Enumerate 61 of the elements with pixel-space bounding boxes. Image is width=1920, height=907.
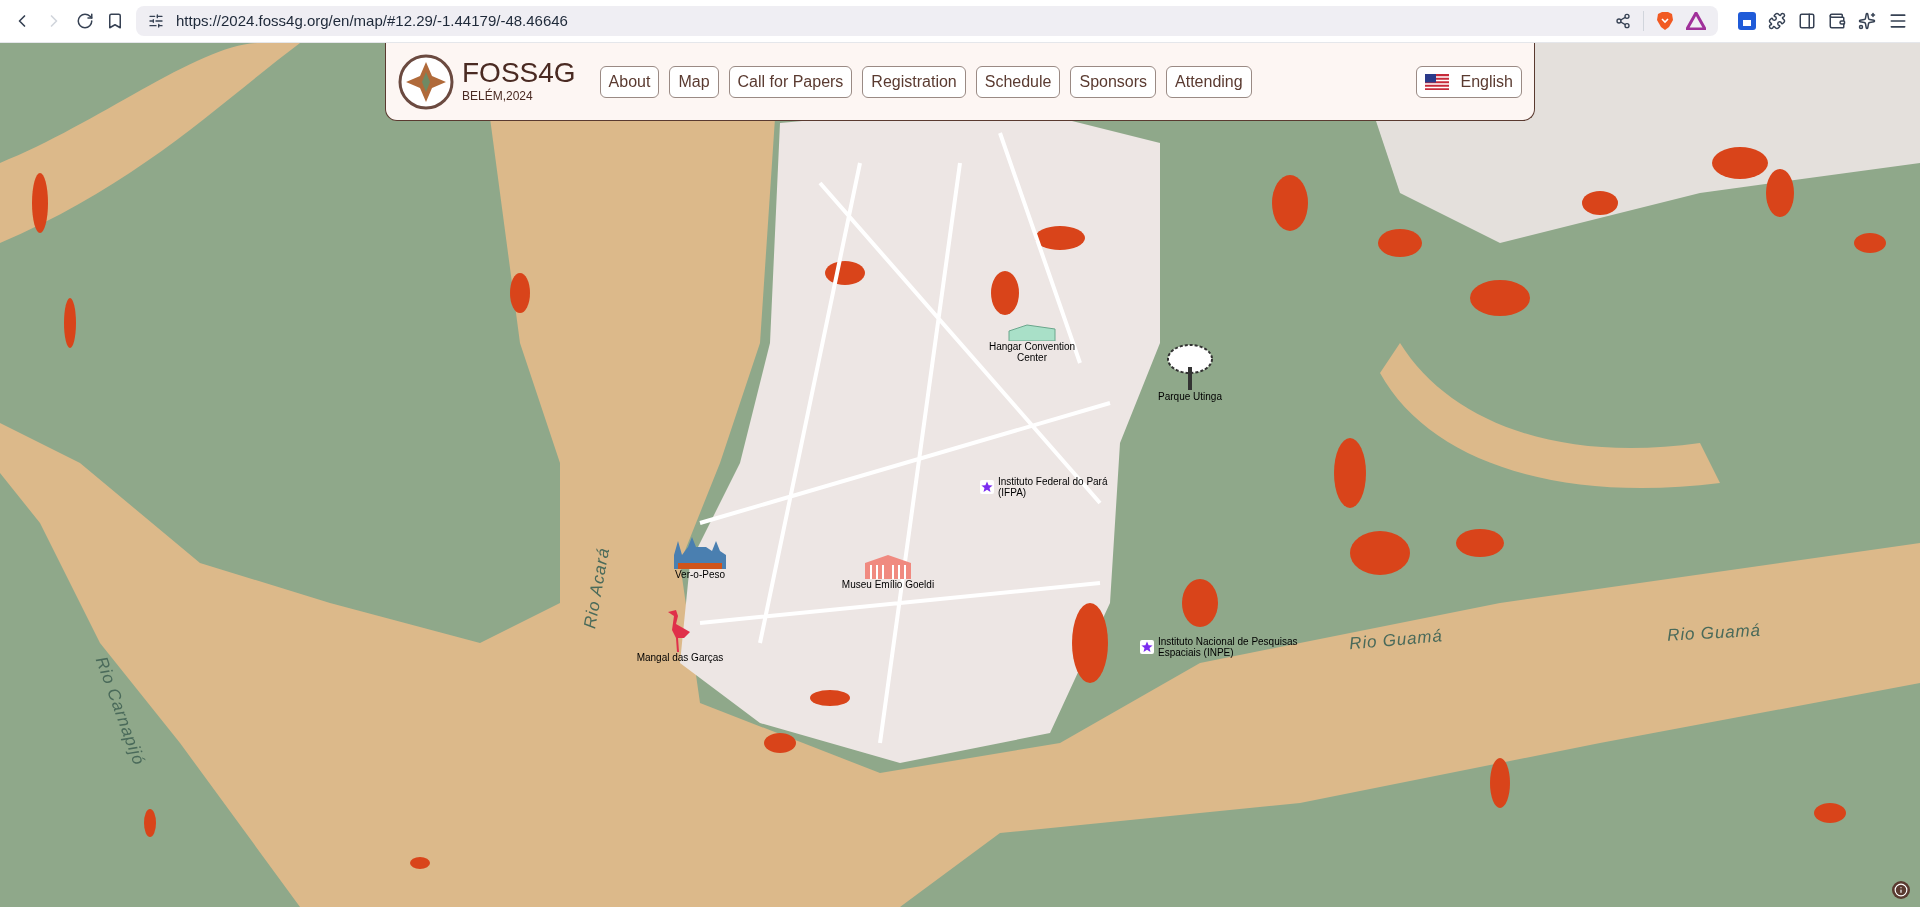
- river-label: Rio Guamá: [1348, 625, 1444, 656]
- vegetation-patch: [1035, 226, 1085, 250]
- vegetation-patch: [1378, 229, 1422, 257]
- sparkle-icon[interactable]: [1858, 12, 1876, 30]
- vegetation-patch: [64, 298, 76, 348]
- vegetation-patch: [1582, 191, 1618, 215]
- star-icon: [1140, 640, 1154, 654]
- sidebar-icon[interactable]: [1798, 12, 1816, 30]
- place-label[interactable]: Ver-o-Peso: [675, 569, 725, 580]
- vegetation-patch: [1490, 758, 1510, 808]
- site-settings-icon[interactable]: [148, 13, 164, 29]
- vegetation-patch: [1854, 233, 1886, 253]
- tree-icon: [1165, 343, 1215, 391]
- share-icon[interactable]: [1615, 13, 1631, 29]
- star-icon: [980, 480, 994, 494]
- place-label[interactable]: Instituto Nacional de Pesquisas Espaciais (INPE): [1158, 636, 1328, 658]
- address-bar[interactable]: https://2024.foss4g.org/en/map/#12.29/-1.44179/-48.46646: [136, 6, 1718, 36]
- lion-shield-icon[interactable]: [1656, 11, 1674, 31]
- reload-icon[interactable]: [76, 12, 94, 30]
- vegetation-patch: [1814, 803, 1846, 823]
- nav-link[interactable]: Call for Papers: [728, 65, 853, 98]
- wallet-icon[interactable]: [1828, 12, 1846, 30]
- nav-link[interactable]: Registration: [862, 65, 966, 98]
- vegetation-patch: [764, 733, 796, 753]
- triangle-icon[interactable]: [1686, 12, 1706, 30]
- vegetation-patch: [32, 173, 48, 233]
- flag-icon: [1424, 73, 1449, 90]
- logo-title: FOSS4G: [462, 58, 576, 87]
- vegetation-patch: [825, 261, 865, 285]
- nav-link[interactable]: Attending: [1166, 65, 1252, 98]
- menu-icon[interactable]: [1888, 11, 1908, 31]
- vegetation-patch: [1334, 438, 1366, 508]
- vegetation-patch: [510, 273, 530, 313]
- place-label[interactable]: Mangal das Garças: [636, 652, 724, 663]
- vegetation-patch: [1182, 579, 1218, 627]
- vegetation-patch: [1350, 531, 1410, 575]
- logo-subtitle: BELÉM,2024: [462, 87, 534, 105]
- vegetation-patch: [810, 690, 850, 706]
- nav-link[interactable]: Schedule: [975, 65, 1061, 98]
- nav-link[interactable]: Map: [669, 65, 719, 98]
- place-label[interactable]: Instituto Federal do Pará (IFPA): [998, 476, 1128, 498]
- logo-icon[interactable]: [398, 53, 454, 110]
- vegetation-patch: [991, 271, 1019, 315]
- vegetation-patch: [410, 857, 430, 869]
- nav-link[interactable]: Sponsors: [1070, 65, 1157, 98]
- place-label[interactable]: Museu Emílio Goeldi: [841, 579, 935, 590]
- bookmark-icon[interactable]: [106, 12, 124, 30]
- vegetation-patch: [1456, 529, 1504, 557]
- river-label: Rio Acará: [579, 545, 615, 631]
- vegetation-patch: [1470, 280, 1530, 316]
- nav-link[interactable]: About: [599, 65, 660, 98]
- river-label: Rio Guamá: [1666, 619, 1762, 647]
- vegetation-patch: [1272, 175, 1308, 231]
- place-label[interactable]: Parque Utinga: [1158, 391, 1222, 402]
- shield-lock-icon[interactable]: [1738, 12, 1756, 30]
- vegetation-patch: [144, 809, 156, 837]
- place-label[interactable]: Hangar Convention Center: [977, 341, 1087, 363]
- language-button[interactable]: English: [1415, 65, 1522, 98]
- info-icon: [1894, 883, 1908, 897]
- extensions-icon[interactable]: [1768, 12, 1786, 30]
- url-text: https://2024.foss4g.org/en/map/#12.29/-1.44179/-48.46646: [176, 10, 568, 31]
